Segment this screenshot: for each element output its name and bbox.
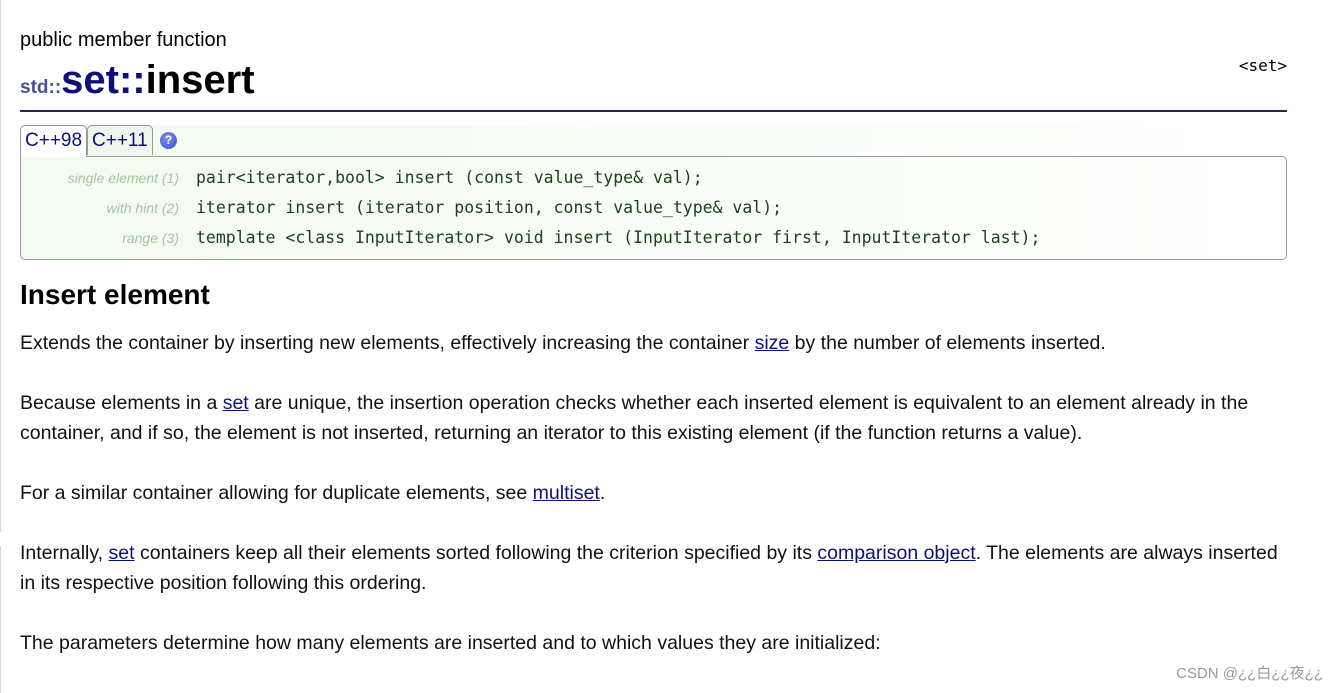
left-border-lower (0, 546, 1, 693)
prototype-code: template <class InputIterator> void inse… (196, 228, 1041, 247)
prototype-box: single element (1) pair<iterator,bool> i… (20, 156, 1287, 260)
prototype-code: iterator insert (iterator position, cons… (196, 198, 783, 217)
page-title: std::set::insert (20, 58, 255, 103)
paragraph-multiset: For a similar container allowing for dup… (20, 478, 1287, 508)
link-size[interactable]: size (755, 332, 790, 354)
prototype-label: range (3) (122, 230, 179, 246)
paragraph-text: Because elements in a (20, 392, 223, 414)
link-set-2[interactable]: set (109, 542, 135, 564)
left-border (0, 0, 1, 532)
paragraph-size: Extends the container by inserting new e… (20, 328, 1287, 358)
help-icon[interactable]: ? (160, 132, 177, 149)
paragraph-text: Extends the container by inserting new e… (20, 332, 755, 354)
paragraph-text: containers keep all their elements sorte… (134, 542, 818, 564)
title-scope-separator: :: (118, 58, 146, 102)
prototype-code: pair<iterator,bool> insert (const value_… (196, 168, 703, 187)
paragraph-text: by the number of elements inserted. (789, 332, 1106, 354)
prototype-label: with hint (2) (106, 200, 179, 216)
prototype-label: single element (1) (67, 170, 179, 186)
csdn-watermark: CSDN @¿¿白¿¿夜¿¿ (1176, 665, 1323, 682)
paragraph-ordering: Internally, set containers keep all thei… (20, 538, 1287, 598)
member-kind: public member function (20, 29, 227, 51)
page: public member function std::set::insert … (0, 0, 1337, 693)
title-row: std::set::insert <set> (20, 52, 1287, 112)
prototype-row: single element (1) pair<iterator,bool> i… (21, 163, 1286, 193)
tab-cpp11[interactable]: C++11 (87, 125, 153, 155)
section-title: Insert element (20, 279, 210, 310)
paragraph-unique: Because elements in a set are unique, th… (20, 388, 1287, 448)
paragraph-parameters: The parameters determine how many elemen… (20, 632, 881, 654)
link-multiset[interactable]: multiset (533, 482, 600, 504)
prototype-row: with hint (2) iterator insert (iterator … (21, 193, 1286, 223)
header-file-tag: <set> (1238, 56, 1287, 75)
prototype-row: range (3) template <class InputIterator>… (21, 223, 1286, 253)
title-namespace: std:: (20, 77, 62, 98)
article-content: public member function std::set::insert … (20, 28, 1287, 658)
paragraph-text: For a similar container allowing for dup… (20, 482, 533, 504)
title-class: set (61, 58, 119, 102)
link-set[interactable]: set (223, 392, 249, 414)
paragraph-text: Internally, (20, 542, 109, 564)
link-comparison-object[interactable]: comparison object (817, 542, 975, 564)
paragraph-text: . (599, 482, 606, 504)
version-tabs: C++98 C++11 ? (20, 125, 1287, 157)
title-function: insert (145, 58, 255, 102)
tab-cpp98[interactable]: C++98 (20, 125, 88, 157)
